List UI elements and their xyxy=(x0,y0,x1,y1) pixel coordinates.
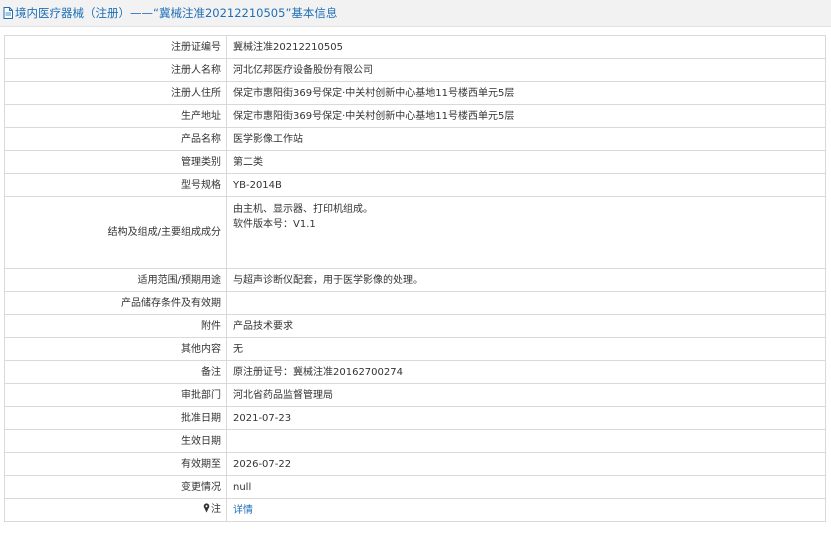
structure-line: 由主机、显示器、打印机组成。 xyxy=(233,204,373,215)
field-label: 其他内容 xyxy=(4,337,227,361)
table-row-effective-date: 生效日期 xyxy=(4,429,826,453)
field-label: 附件 xyxy=(4,314,227,338)
table-row-intended-use: 适用范围/预期用途 与超声诊断仪配套，用于医学影像的处理。 xyxy=(4,268,826,292)
field-value: 医学影像工作站 xyxy=(226,127,826,151)
pin-icon xyxy=(203,503,210,518)
field-label: 审批部门 xyxy=(4,383,227,407)
field-value: 原注册证号：冀械注准20162700274 xyxy=(226,360,826,384)
field-value: null xyxy=(226,475,826,499)
field-label: 结构及组成/主要组成成分 xyxy=(4,196,227,269)
field-value: 河北亿邦医疗设备股份有限公司 xyxy=(226,58,826,82)
field-value: 河北省药品监督管理局 xyxy=(226,383,826,407)
table-row-changes: 变更情况 null xyxy=(4,475,826,499)
field-value: YB-2014B xyxy=(226,173,826,197)
field-label: 批准日期 xyxy=(4,406,227,430)
field-label: 管理类别 xyxy=(4,150,227,174)
field-value xyxy=(226,429,826,453)
table-row-production-address: 生产地址 保定市惠阳街369号保定·中关村创新中心基地11号楼西单元5层 xyxy=(4,104,826,128)
field-value: 保定市惠阳街369号保定·中关村创新中心基地11号楼西单元5层 xyxy=(226,81,826,105)
field-label: 注 xyxy=(4,498,227,522)
field-value: 与超声诊断仪配套，用于医学影像的处理。 xyxy=(226,268,826,292)
table-row-other: 其他内容 无 xyxy=(4,337,826,361)
field-label: 有效期至 xyxy=(4,452,227,476)
field-value: 产品技术要求 xyxy=(226,314,826,338)
field-label: 生效日期 xyxy=(4,429,227,453)
field-value: 由主机、显示器、打印机组成。 软件版本号：V1.1 xyxy=(226,196,826,269)
table-row-storage: 产品储存条件及有效期 xyxy=(4,291,826,315)
table-row-management-class: 管理类别 第二类 xyxy=(4,150,826,174)
field-label: 注册人住所 xyxy=(4,81,227,105)
info-table: 注册证编号 冀械注准20212210505 注册人名称 河北亿邦医疗设备股份有限… xyxy=(4,35,826,522)
table-row-product-name: 产品名称 医学影像工作站 xyxy=(4,127,826,151)
table-row-remarks: 备注 原注册证号：冀械注准20162700274 xyxy=(4,360,826,384)
page-header: 境内医疗器械（注册）——“冀械注准20212210505”基本信息 xyxy=(0,0,831,27)
table-row-valid-until: 有效期至 2026-07-22 xyxy=(4,452,826,476)
table-row-registrant-address: 注册人住所 保定市惠阳街369号保定·中关村创新中心基地11号楼西单元5层 xyxy=(4,81,826,105)
page-title: 境内医疗器械（注册）——“冀械注准20212210505”基本信息 xyxy=(15,6,338,20)
document-icon xyxy=(3,7,13,19)
field-value: 保定市惠阳街369号保定·中关村创新中心基地11号楼西单元5层 xyxy=(226,104,826,128)
details-link[interactable]: 详情 xyxy=(233,505,253,516)
field-label: 注册证编号 xyxy=(4,35,227,59)
table-row-attachment: 附件 产品技术要求 xyxy=(4,314,826,338)
field-value: 无 xyxy=(226,337,826,361)
field-label: 备注 xyxy=(4,360,227,384)
field-value xyxy=(226,291,826,315)
field-label: 生产地址 xyxy=(4,104,227,128)
table-row-model-spec: 型号规格 YB-2014B xyxy=(4,173,826,197)
field-label: 产品储存条件及有效期 xyxy=(4,291,227,315)
field-value: 冀械注准20212210505 xyxy=(226,35,826,59)
structure-line: 软件版本号：V1.1 xyxy=(233,219,316,230)
table-row-structure: 结构及组成/主要组成成分 由主机、显示器、打印机组成。 软件版本号：V1.1 xyxy=(4,196,826,269)
field-label: 注册人名称 xyxy=(4,58,227,82)
field-value: 详情 xyxy=(226,498,826,522)
field-label: 适用范围/预期用途 xyxy=(4,268,227,292)
page: 境内医疗器械（注册）——“冀械注准20212210505”基本信息 注册证编号 … xyxy=(0,0,831,545)
table-row-registration-no: 注册证编号 冀械注准20212210505 xyxy=(4,35,826,59)
table-row-approval-dept: 审批部门 河北省药品监督管理局 xyxy=(4,383,826,407)
field-label: 产品名称 xyxy=(4,127,227,151)
note-label: 注 xyxy=(211,504,221,515)
table-row-approval-date: 批准日期 2021-07-23 xyxy=(4,406,826,430)
field-label: 变更情况 xyxy=(4,475,227,499)
table-row-registrant-name: 注册人名称 河北亿邦医疗设备股份有限公司 xyxy=(4,58,826,82)
field-value: 2021-07-23 xyxy=(226,406,826,430)
field-value: 第二类 xyxy=(226,150,826,174)
field-label: 型号规格 xyxy=(4,173,227,197)
field-value: 2026-07-22 xyxy=(226,452,826,476)
table-row-note: 注 详情 xyxy=(4,498,826,522)
